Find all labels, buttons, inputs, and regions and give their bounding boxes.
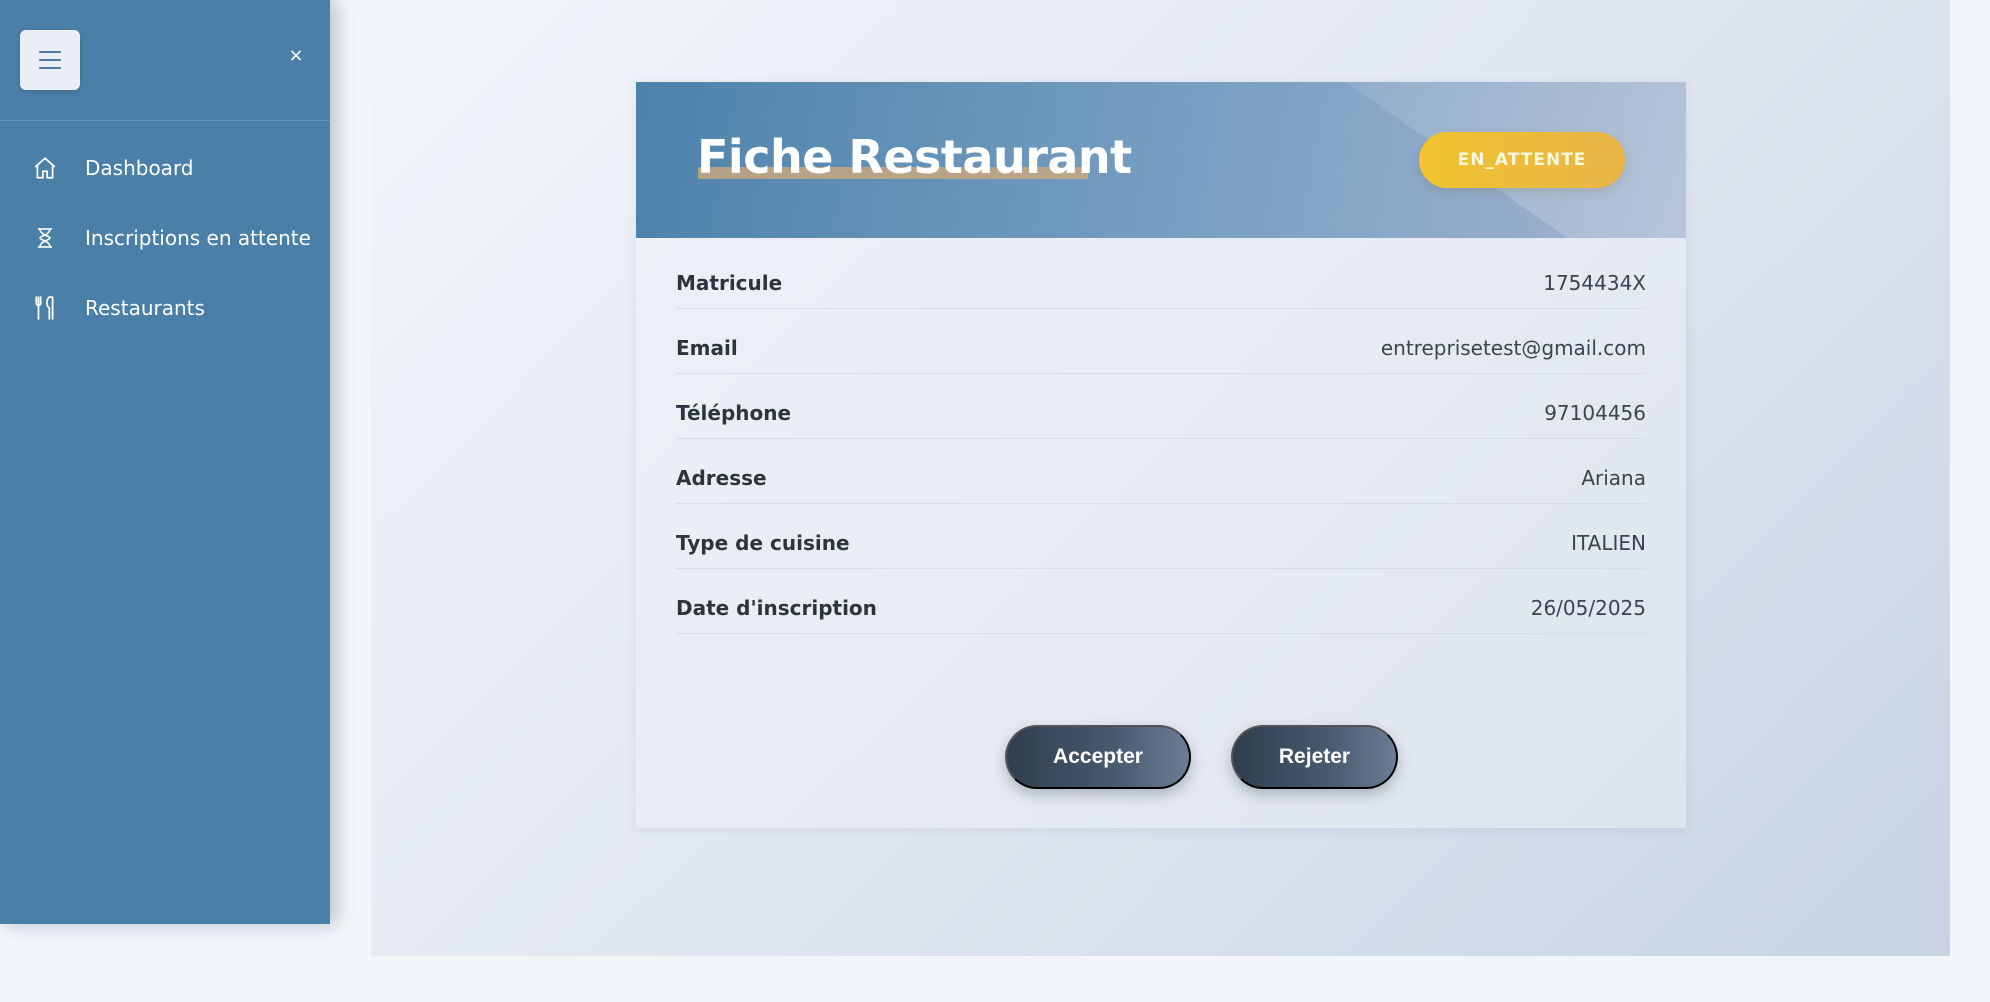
- detail-row-adresse: Adresse Ariana: [676, 439, 1646, 504]
- sidebar-item-restaurants[interactable]: Restaurants: [0, 273, 330, 343]
- detail-label: Adresse: [676, 466, 767, 490]
- detail-row-matricule: Matricule 1754434X: [676, 244, 1646, 309]
- card-actions: Accepter Rejeter: [636, 725, 1686, 789]
- card-header: Fiche Restaurant EN_ATTENTE: [636, 82, 1686, 238]
- detail-value: 97104456: [1544, 401, 1646, 425]
- sidebar: × Dashboard Inscriptions en attente Rest…: [0, 0, 330, 924]
- sidebar-item-dashboard[interactable]: Dashboard: [0, 133, 330, 203]
- detail-value: 1754434X: [1543, 271, 1646, 295]
- detail-row-date-inscription: Date d'inscription 26/05/2025: [676, 569, 1646, 634]
- detail-label: Date d'inscription: [676, 596, 877, 620]
- sidebar-toggle-button[interactable]: [20, 30, 80, 90]
- detail-label: Type de cuisine: [676, 531, 850, 555]
- hamburger-menu-icon: [39, 51, 61, 53]
- page-title: Fiche Restaurant: [697, 130, 1132, 184]
- detail-value: entreprisetest@gmail.com: [1380, 336, 1646, 360]
- close-icon: ×: [288, 45, 304, 66]
- sidebar-item-label: Dashboard: [85, 156, 194, 180]
- close-sidebar-button[interactable]: ×: [284, 44, 308, 68]
- restaurant-card: Fiche Restaurant EN_ATTENTE Matricule 17…: [636, 82, 1686, 828]
- sidebar-nav: Dashboard Inscriptions en attente Restau…: [0, 121, 330, 343]
- accept-button[interactable]: Accepter: [1005, 725, 1191, 789]
- main-content: Fiche Restaurant EN_ATTENTE Matricule 17…: [371, 0, 1950, 956]
- hamburger-line: [39, 67, 61, 69]
- detail-label: Email: [676, 336, 738, 360]
- detail-value: 26/05/2025: [1530, 596, 1646, 620]
- sidebar-item-inscriptions[interactable]: Inscriptions en attente: [0, 203, 330, 273]
- hourglass-icon: [31, 224, 59, 252]
- home-icon: [31, 154, 59, 182]
- detail-row-telephone: Téléphone 97104456: [676, 374, 1646, 439]
- detail-row-cuisine: Type de cuisine ITALIEN: [676, 504, 1646, 569]
- detail-label: Matricule: [676, 271, 783, 295]
- detail-row-email: Email entreprisetest@gmail.com: [676, 309, 1646, 374]
- sidebar-item-label: Inscriptions en attente: [85, 226, 311, 250]
- reject-button[interactable]: Rejeter: [1231, 725, 1398, 789]
- fork-knife-icon: [31, 294, 59, 322]
- sidebar-header: ×: [0, 0, 330, 121]
- detail-value: Ariana: [1581, 466, 1646, 490]
- hamburger-line: [39, 59, 61, 61]
- detail-label: Téléphone: [676, 401, 792, 425]
- sidebar-item-label: Restaurants: [85, 296, 205, 320]
- restaurant-details: Matricule 1754434X Email entreprisetest@…: [676, 244, 1646, 634]
- status-badge: EN_ATTENTE: [1419, 132, 1625, 188]
- detail-value: ITALIEN: [1571, 531, 1646, 555]
